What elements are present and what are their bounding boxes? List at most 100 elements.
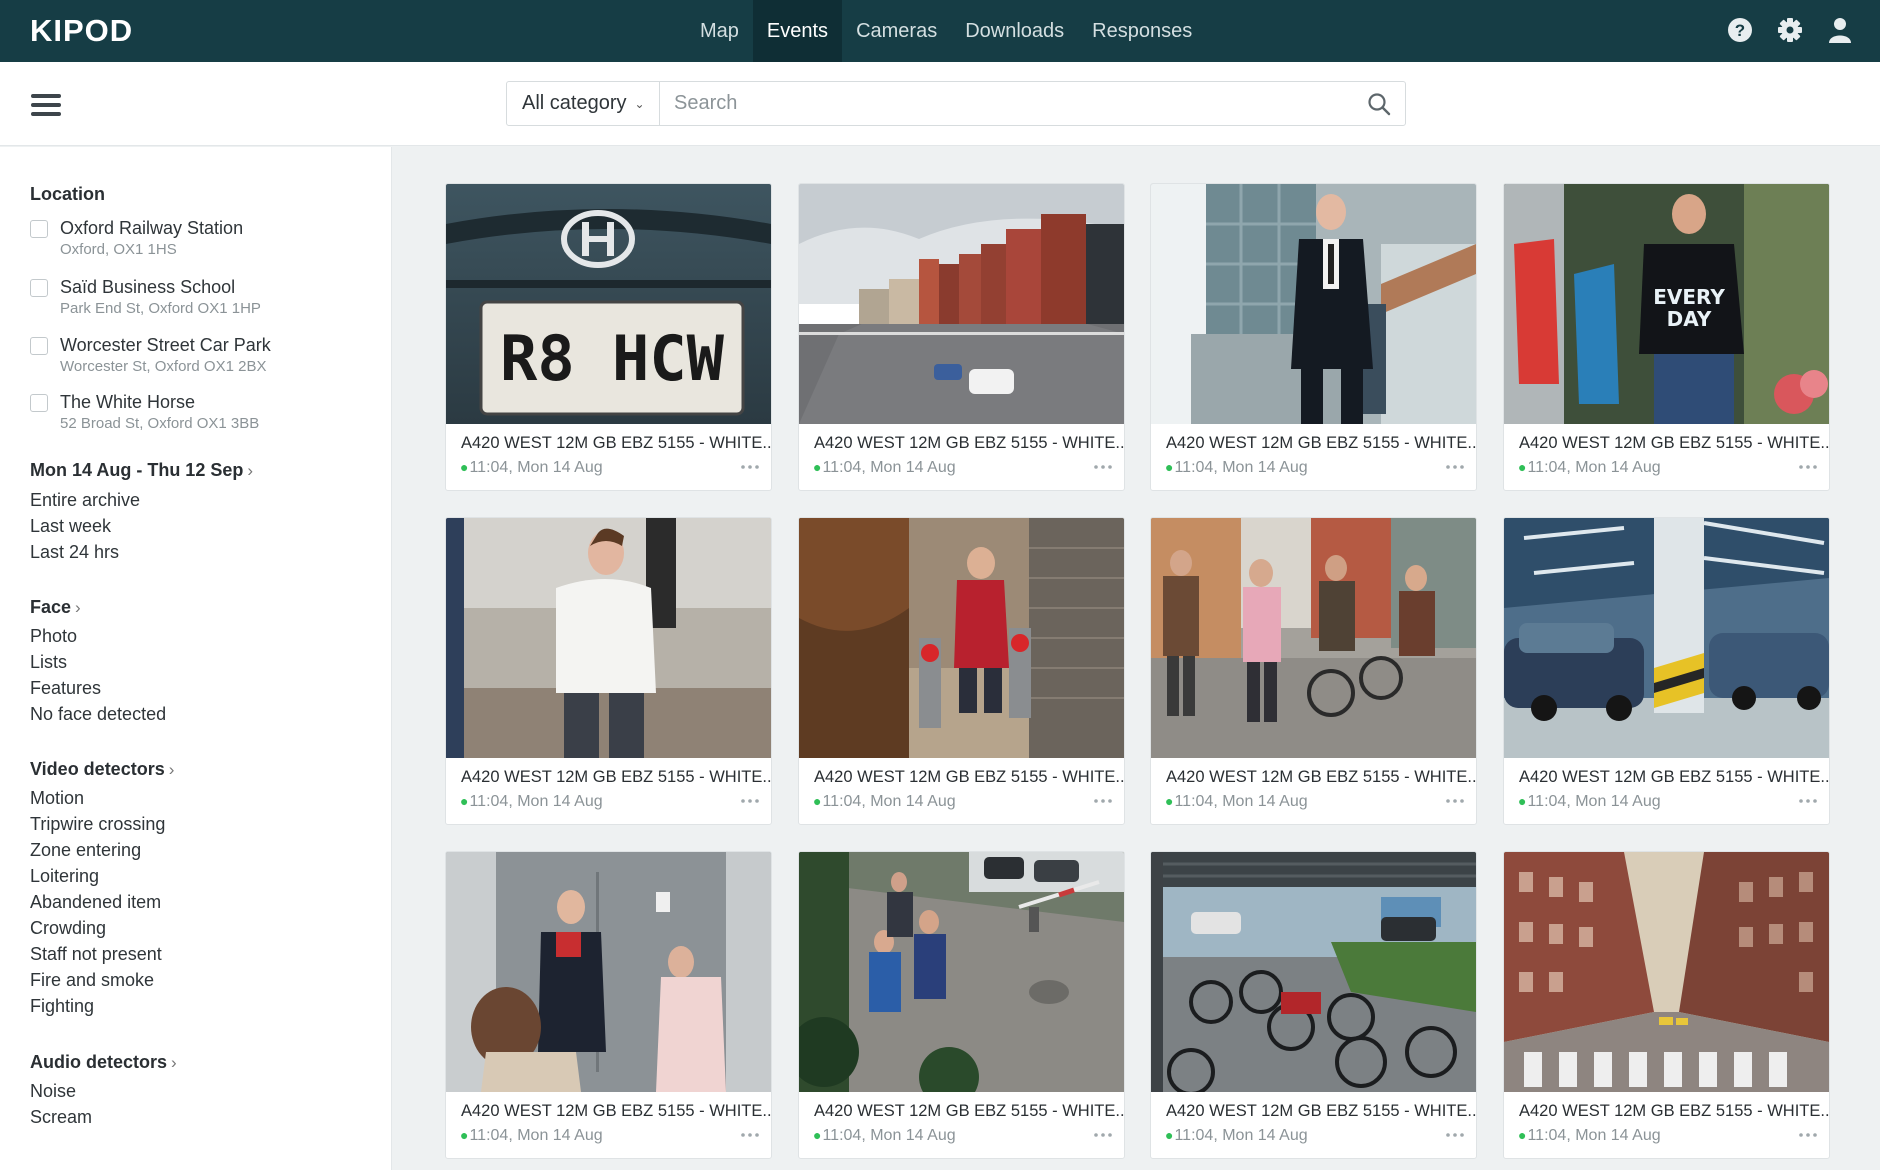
- face-title[interactable]: Face ›: [30, 597, 81, 618]
- more-icon[interactable]: [1444, 460, 1466, 474]
- more-icon[interactable]: [739, 460, 761, 474]
- date-range-title[interactable]: Mon 14 Aug - Thu 12 Sep ›: [30, 460, 253, 481]
- location-address: 52 Broad St, Oxford OX1 3BB: [60, 415, 260, 432]
- more-icon[interactable]: [1797, 794, 1819, 808]
- more-icon[interactable]: [739, 794, 761, 808]
- search-bar: All category ⌄: [506, 81, 1406, 126]
- more-icon[interactable]: [739, 1128, 761, 1142]
- event-card[interactable]: A420 WEST 12M GB EBZ 5155 - WHITE... ●11…: [1150, 517, 1477, 825]
- user-icon[interactable]: [1826, 15, 1854, 45]
- event-time: ●11:04, Mon 14 Aug: [813, 793, 956, 811]
- chevron-right-icon: ›: [168, 760, 175, 779]
- location-checkbox[interactable]: [30, 337, 48, 355]
- event-card[interactable]: A420 WEST 12M GB EBZ 5155 - WHITE... ●11…: [445, 517, 772, 825]
- more-icon[interactable]: [1092, 1128, 1114, 1142]
- location-item[interactable]: Saïd Business School Park End St, Oxford…: [30, 275, 261, 319]
- face-option[interactable]: Lists: [30, 652, 67, 673]
- nav-downloads[interactable]: Downloads: [951, 0, 1078, 62]
- video-detector-option[interactable]: Zone entering: [30, 840, 141, 861]
- event-thumbnail: [799, 852, 1124, 1092]
- help-icon[interactable]: ?: [1726, 15, 1754, 45]
- search-icon[interactable]: [1353, 82, 1405, 125]
- search-input[interactable]: [660, 82, 1353, 125]
- video-detector-option[interactable]: Abandened item: [30, 892, 161, 913]
- date-option[interactable]: Last week: [30, 516, 111, 537]
- event-title: A420 WEST 12M GB EBZ 5155 - WHITE...: [1166, 434, 1477, 452]
- event-time: ●11:04, Mon 14 Aug: [460, 793, 603, 811]
- event-title: A420 WEST 12M GB EBZ 5155 - WHITE...: [814, 1102, 1125, 1120]
- event-thumbnail: [1504, 852, 1829, 1092]
- event-card[interactable]: A420 WEST 12M GB EBZ 5155 - WHITE... ●11…: [1150, 851, 1477, 1159]
- event-thumbnail: [446, 518, 771, 758]
- video-detectors-title[interactable]: Video detectors ›: [30, 759, 174, 780]
- more-icon[interactable]: [1092, 794, 1114, 808]
- video-detector-option[interactable]: Loitering: [30, 866, 99, 887]
- category-select[interactable]: All category ⌄: [507, 82, 660, 125]
- event-card[interactable]: A420 WEST 12M GB EBZ 5155 - WHITE... ●11…: [1503, 851, 1830, 1159]
- event-time: ●11:04, Mon 14 Aug: [813, 459, 956, 477]
- event-card[interactable]: A420 WEST 12M GB EBZ 5155 - WHITE... ●11…: [798, 851, 1125, 1159]
- event-card[interactable]: A420 WEST 12M GB EBZ 5155 - WHITE... ●11…: [1503, 517, 1830, 825]
- more-icon[interactable]: [1092, 460, 1114, 474]
- event-time: ●11:04, Mon 14 Aug: [1518, 1127, 1661, 1145]
- event-card[interactable]: EVERY DAY A420 WEST 12M GB EBZ 5155 - WH…: [1503, 183, 1830, 491]
- video-detector-option[interactable]: Motion: [30, 788, 84, 809]
- location-name: Saïd Business School: [60, 277, 236, 297]
- location-name: Worcester Street Car Park: [60, 335, 271, 355]
- more-icon[interactable]: [1444, 794, 1466, 808]
- location-checkbox[interactable]: [30, 220, 48, 238]
- audio-detector-option[interactable]: Scream: [30, 1107, 92, 1128]
- video-detector-option[interactable]: Crowding: [30, 918, 106, 939]
- nav-map[interactable]: Map: [686, 0, 753, 62]
- location-checkbox[interactable]: [30, 394, 48, 412]
- chevron-right-icon: ›: [171, 1053, 177, 1072]
- top-bar: KIPOD Map Events Cameras Downloads Respo…: [0, 0, 1880, 62]
- event-card[interactable]: A420 WEST 12M GB EBZ 5155 - WHITE... ●11…: [798, 183, 1125, 491]
- hamburger-icon[interactable]: [31, 94, 61, 118]
- gear-icon[interactable]: [1776, 15, 1804, 45]
- nav-events[interactable]: Events: [752, 0, 843, 62]
- face-option[interactable]: Photo: [30, 626, 77, 647]
- face-label: Face: [30, 597, 72, 617]
- audio-detectors-label: Audio detectors: [30, 1052, 168, 1072]
- event-time-text: 11:04, Mon 14 Aug: [469, 459, 603, 476]
- event-card[interactable]: A420 WEST 12M GB EBZ 5155 - WHITE... ●11…: [445, 851, 772, 1159]
- location-item[interactable]: The White Horse 52 Broad St, Oxford OX1 …: [30, 390, 259, 434]
- event-title: A420 WEST 12M GB EBZ 5155 - WHITE...: [1519, 434, 1830, 452]
- event-time-text: 11:04, Mon 14 Aug: [822, 793, 956, 810]
- event-card[interactable]: A420 WEST 12M GB EBZ 5155 - WHITE... ●11…: [798, 517, 1125, 825]
- event-thumbnail: EVERY DAY: [1504, 184, 1829, 424]
- video-detector-option[interactable]: Tripwire crossing: [30, 814, 165, 835]
- location-checkbox[interactable]: [30, 279, 48, 297]
- face-option[interactable]: Features: [30, 678, 101, 699]
- video-detector-option[interactable]: Staff not present: [30, 944, 162, 965]
- audio-detectors-title[interactable]: Audio detectors ›: [30, 1052, 177, 1073]
- more-icon[interactable]: [1444, 1128, 1466, 1142]
- date-option[interactable]: Last 24 hrs: [30, 542, 119, 563]
- event-thumbnail: [1151, 518, 1476, 758]
- event-thumbnail: [799, 518, 1124, 758]
- event-title: A420 WEST 12M GB EBZ 5155 - WHITE...: [461, 1102, 772, 1120]
- more-icon[interactable]: [1797, 1128, 1819, 1142]
- more-icon[interactable]: [1797, 460, 1819, 474]
- face-option[interactable]: No face detected: [30, 704, 166, 725]
- event-time-text: 11:04, Mon 14 Aug: [469, 793, 603, 810]
- event-card[interactable]: A420 WEST 12M GB EBZ 5155 - WHITE... ●11…: [1150, 183, 1477, 491]
- chevron-right-icon: ›: [75, 598, 81, 617]
- location-item[interactable]: Worcester Street Car Park Worcester St, …: [30, 333, 271, 377]
- location-item[interactable]: Oxford Railway Station Oxford, OX1 1HS: [30, 216, 243, 260]
- event-title: A420 WEST 12M GB EBZ 5155 - WHITE...: [1519, 1102, 1830, 1120]
- nav-responses[interactable]: Responses: [1078, 0, 1206, 62]
- event-time: ●11:04, Mon 14 Aug: [460, 1127, 603, 1145]
- date-option[interactable]: Entire archive: [30, 490, 140, 511]
- chevron-right-icon: ›: [247, 461, 254, 480]
- video-detector-option[interactable]: Fighting: [30, 996, 94, 1017]
- category-select-label: All category: [522, 92, 627, 114]
- event-title: A420 WEST 12M GB EBZ 5155 - WHITE...: [814, 434, 1125, 452]
- video-detector-option[interactable]: Fire and smoke: [30, 970, 154, 991]
- app-logo[interactable]: KIPOD: [30, 12, 133, 50]
- event-time-text: 11:04, Mon 14 Aug: [1527, 793, 1661, 810]
- nav-cameras[interactable]: Cameras: [842, 0, 951, 62]
- event-card[interactable]: R8 HCW A420 WEST 12M GB EBZ 5155 - WHITE…: [445, 183, 772, 491]
- audio-detector-option[interactable]: Noise: [30, 1081, 76, 1102]
